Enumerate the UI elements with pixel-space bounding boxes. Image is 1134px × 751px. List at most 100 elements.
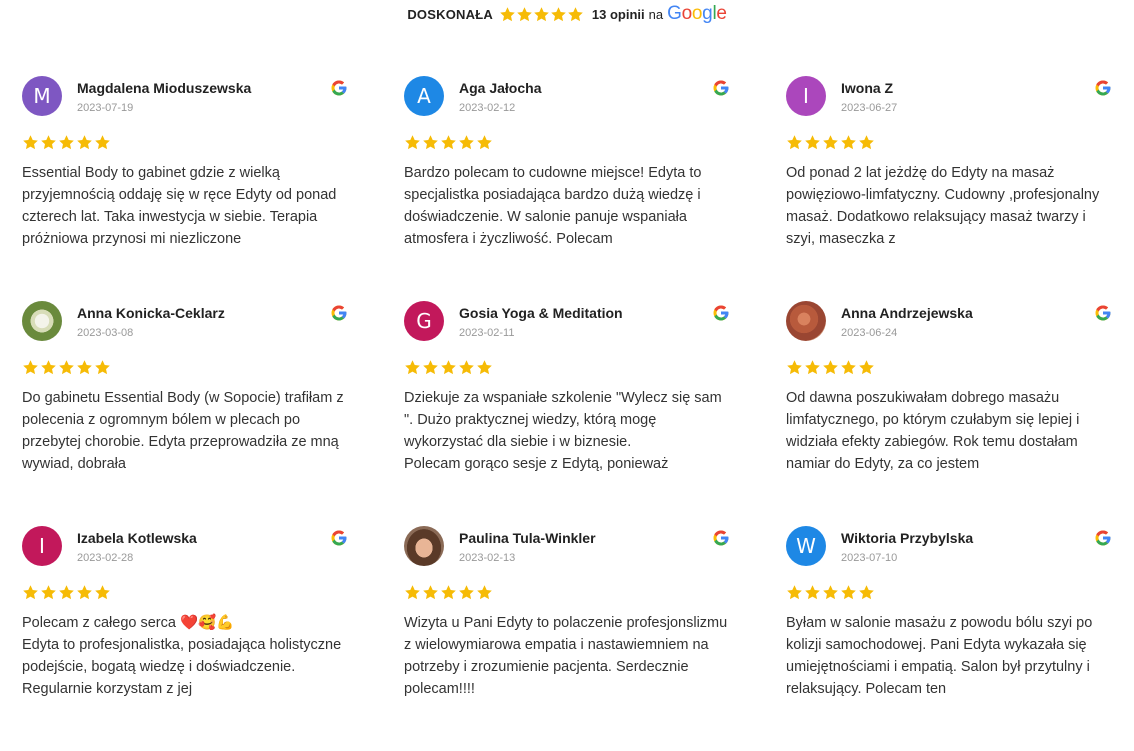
star-icon xyxy=(858,584,875,601)
summary-stars xyxy=(499,6,584,23)
star-icon xyxy=(786,134,803,151)
reviewer-info: Anna Konicka-Ceklarz 2023-03-08 xyxy=(77,301,348,339)
star-icon xyxy=(458,584,475,601)
reviewer-name[interactable]: Izabela Kotlewska xyxy=(77,529,348,547)
reviewer-name[interactable]: Magdalena Mioduszewska xyxy=(77,79,348,97)
google-logo[interactable]: Google xyxy=(667,3,727,25)
review-card: Paulina Tula-Winkler 2023-02-13 Wizyta u P… xyxy=(404,526,730,751)
star-icon xyxy=(404,584,421,601)
reviewer-info: Aga Jałocha 2023-02-12 xyxy=(459,76,730,114)
avatar[interactable]: I xyxy=(786,76,826,116)
avatar[interactable]: A xyxy=(404,76,444,116)
avatar[interactable]: G xyxy=(404,301,444,341)
star-icon xyxy=(422,359,439,376)
review-text: Dziekuje za wspaniałe szkolenie "Wylecz … xyxy=(404,390,722,472)
review-stars xyxy=(22,132,348,152)
star-icon xyxy=(786,584,803,601)
google-icon xyxy=(712,79,730,97)
star-icon xyxy=(58,134,75,151)
avatar[interactable] xyxy=(404,526,444,566)
star-icon xyxy=(499,6,516,23)
reviewer-name[interactable]: Wiktoria Przybylska xyxy=(841,529,1112,547)
star-icon xyxy=(76,134,93,151)
review-text: Wizyta u Pani Edyty to polaczenie profes… xyxy=(404,615,728,697)
star-icon xyxy=(840,584,857,601)
star-icon xyxy=(567,6,584,23)
rating-summary: DOSKONAŁA 13 opinii na Google xyxy=(0,0,1134,28)
review-header: I Iwona Z 2023-06-27 xyxy=(786,76,1112,122)
avatar[interactable]: I xyxy=(22,526,62,566)
star-icon xyxy=(476,584,493,601)
avatar[interactable]: W xyxy=(786,526,826,566)
review-text: Bardzo polecam to cudowne miejsce! Edyta… xyxy=(404,165,702,247)
review-stars xyxy=(22,357,348,377)
review-date: 2023-07-10 xyxy=(841,552,898,564)
review-text: Essential Body to gabinet gdzie z wielką… xyxy=(22,165,337,247)
star-icon xyxy=(40,584,57,601)
review-stars xyxy=(404,357,730,377)
review-header: M Magdalena Mioduszewska 2023-07-19 xyxy=(22,76,348,122)
review-header: I Izabela Kotlewska 2023-02-28 xyxy=(22,526,348,572)
reviews-grid: M Magdalena Mioduszewska 2023-07-19 Essenti… xyxy=(22,76,1112,751)
review-header: Anna Andrzejewska 2023-06-24 xyxy=(786,301,1112,347)
avatar[interactable]: M xyxy=(22,76,62,116)
star-icon xyxy=(476,134,493,151)
review-stars xyxy=(404,582,730,602)
review-card: W Wiktoria Przybylska 2023-07-10 Byłam w sa… xyxy=(786,526,1112,751)
star-icon xyxy=(822,134,839,151)
review-date: 2023-02-11 xyxy=(459,327,515,339)
reviewer-name[interactable]: Anna Konicka-Ceklarz xyxy=(77,304,348,322)
star-icon xyxy=(440,134,457,151)
star-icon xyxy=(516,6,533,23)
review-text: Od dawna poszukiwałam dobrego masażu lim… xyxy=(786,390,1080,472)
star-icon xyxy=(804,359,821,376)
star-icon xyxy=(422,584,439,601)
reviewer-name[interactable]: Aga Jałocha xyxy=(459,79,730,97)
star-icon xyxy=(76,584,93,601)
google-icon xyxy=(1094,304,1112,322)
star-icon xyxy=(440,584,457,601)
review-header: Anna Konicka-Ceklarz 2023-03-08 xyxy=(22,301,348,347)
review-card: G Gosia Yoga & Meditation 2023-02-11 Dzieku… xyxy=(404,301,730,526)
star-icon xyxy=(458,359,475,376)
review-header: Paulina Tula-Winkler 2023-02-13 xyxy=(404,526,730,572)
star-icon xyxy=(76,359,93,376)
review-text: Do gabinetu Essential Body (w Sopocie) t… xyxy=(22,390,344,472)
avatar[interactable] xyxy=(22,301,62,341)
review-date: 2023-06-24 xyxy=(841,327,898,339)
review-stars xyxy=(786,582,1112,602)
review-stars xyxy=(786,132,1112,152)
reviewer-name[interactable]: Paulina Tula-Winkler xyxy=(459,529,730,547)
avatar[interactable] xyxy=(786,301,826,341)
star-icon xyxy=(22,134,39,151)
star-icon xyxy=(804,134,821,151)
reviewer-name[interactable]: Iwona Z xyxy=(841,79,1112,97)
star-icon xyxy=(458,134,475,151)
star-icon xyxy=(58,584,75,601)
review-date: 2023-02-13 xyxy=(459,552,516,564)
review-card: A Aga Jałocha 2023-02-12 Bardzo polecam to … xyxy=(404,76,730,301)
review-count[interactable]: 13 opinii xyxy=(592,7,645,22)
star-icon xyxy=(533,6,550,23)
review-card: Anna Andrzejewska 2023-06-24 Od dawna posz… xyxy=(786,301,1112,526)
reviewer-name[interactable]: Anna Andrzejewska xyxy=(841,304,1112,322)
reviewer-info: Wiktoria Przybylska 2023-07-10 xyxy=(841,526,1112,564)
star-icon xyxy=(804,584,821,601)
reviewer-name[interactable]: Gosia Yoga & Meditation xyxy=(459,304,730,322)
star-icon xyxy=(858,134,875,151)
star-icon xyxy=(22,584,39,601)
star-icon xyxy=(404,134,421,151)
review-stars xyxy=(22,582,348,602)
star-icon xyxy=(404,359,421,376)
star-icon xyxy=(94,359,111,376)
star-icon xyxy=(40,359,57,376)
star-icon xyxy=(94,134,111,151)
rating-word: DOSKONAŁA xyxy=(407,6,493,22)
reviewer-info: Izabela Kotlewska 2023-02-28 xyxy=(77,526,348,564)
review-date: 2023-07-19 xyxy=(77,102,134,114)
star-icon xyxy=(840,134,857,151)
review-stars xyxy=(786,357,1112,377)
review-header: W Wiktoria Przybylska 2023-07-10 xyxy=(786,526,1112,572)
reviewer-info: Gosia Yoga & Meditation 2023-02-11 xyxy=(459,301,730,339)
star-icon xyxy=(822,359,839,376)
